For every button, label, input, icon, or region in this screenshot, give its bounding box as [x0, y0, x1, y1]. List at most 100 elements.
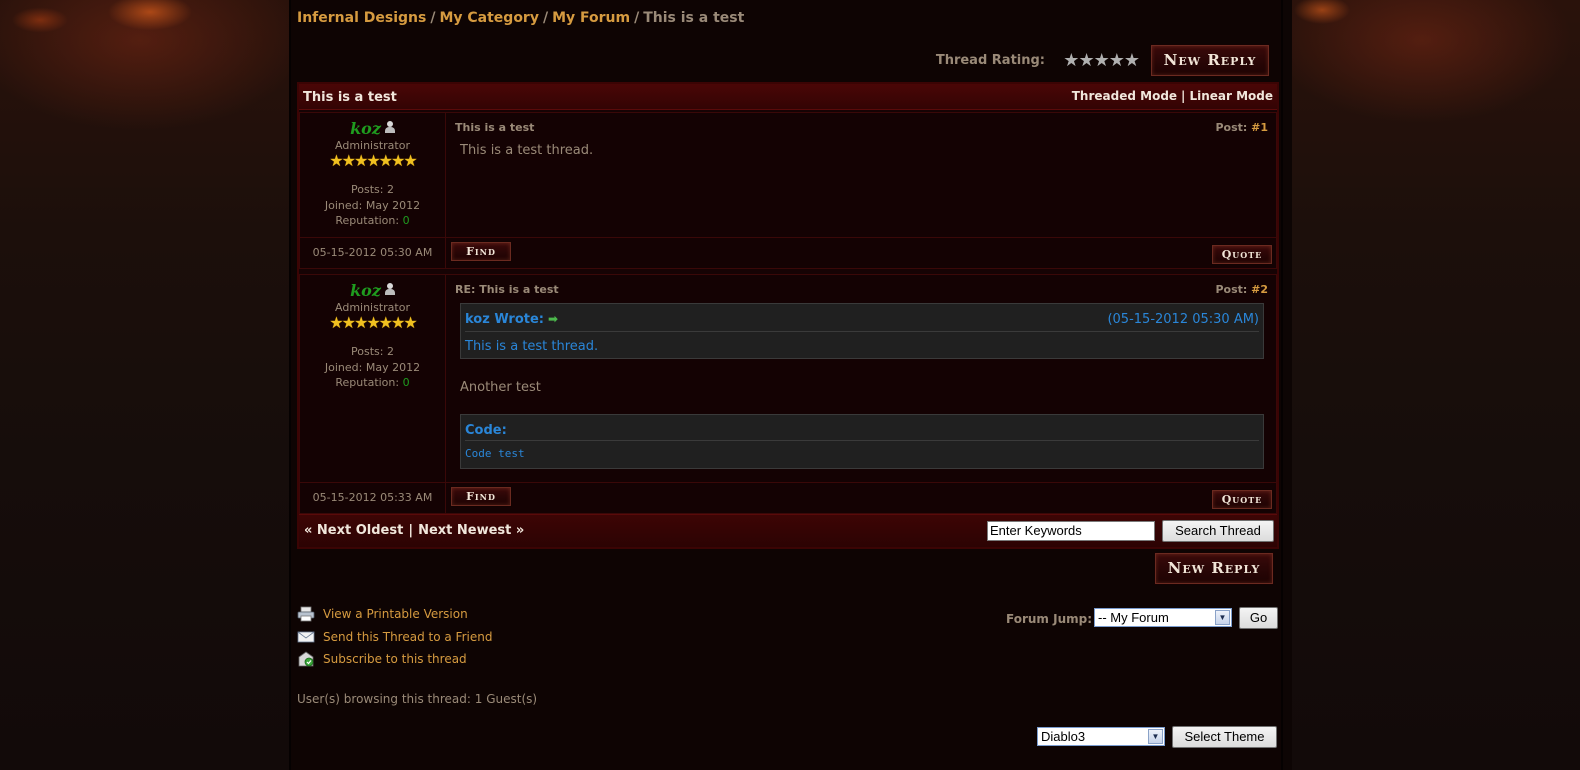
breadcrumb-separator: / — [542, 10, 549, 26]
author-posts: Posts: 2 — [300, 182, 445, 198]
code-text: Code test — [465, 447, 525, 460]
post-number-label: Post: — [1215, 283, 1248, 296]
forum-jump-go-button[interactable]: Go — [1239, 607, 1278, 629]
post-subject: This is a test — [455, 121, 535, 134]
offline-user-icon — [384, 121, 395, 133]
quote-button[interactable]: Quote — [1211, 489, 1273, 510]
author-stats: Posts: 2 Joined: May 2012 Reputation: 0 — [300, 344, 445, 391]
code-block: Code: Code test — [460, 414, 1264, 469]
thread-modes: Threaded Mode | Linear Mode — [1072, 89, 1273, 103]
author-reputation-label: Reputation: — [335, 214, 400, 227]
author-reputation: Reputation: 0 — [300, 213, 445, 229]
author-reputation-label: Reputation: — [335, 376, 400, 389]
author-name: koz — [300, 119, 445, 138]
author-reputation-value[interactable]: 0 — [403, 214, 410, 227]
printable-version-link[interactable]: View a Printable Version — [323, 607, 468, 621]
post-date: 05-15-2012 05:33 AM — [300, 483, 446, 513]
author-posts-label: Posts: — [351, 345, 384, 358]
quote-header: koz Wrote: ➡ (05-15-2012 05:30 AM) — [465, 312, 1259, 332]
post-author-info: koz Administrator ★★★★★★★ Posts: 2 Joine… — [300, 275, 446, 482]
quote-button[interactable]: Quote — [1211, 244, 1273, 265]
post-content: This is a test Post: #1 This is a test t… — [447, 113, 1276, 237]
find-button[interactable]: Find — [450, 241, 512, 262]
author-stats: Posts: 2 Joined: May 2012 Reputation: 0 — [300, 182, 445, 229]
post-permalink[interactable]: #2 — [1251, 283, 1268, 296]
forum-jump-label: Forum Jump: — [1006, 612, 1092, 626]
author-posts-value: 2 — [386, 345, 394, 358]
post-footer: 05-15-2012 05:33 AM Find Quote — [300, 482, 1276, 513]
thread-footer: « Next Oldest | Next Newest » Enter Keywor… — [299, 514, 1277, 547]
new-reply-button-bottom[interactable]: New Reply — [1154, 552, 1274, 585]
post-permalink[interactable]: #1 — [1251, 121, 1268, 134]
author-name-link[interactable]: koz — [350, 281, 381, 300]
rating-star-icon[interactable]: ★ — [1124, 50, 1140, 71]
quote-author-link[interactable]: koz Wrote: — [465, 312, 544, 327]
author-joined: Joined: May 2012 — [300, 198, 445, 214]
thread-rating-stars[interactable]: ★★★★★ — [1063, 50, 1140, 71]
next-newest-link[interactable]: Next Newest » — [418, 523, 524, 538]
rating-star-icon[interactable]: ★ — [1078, 50, 1094, 71]
subscribe-thread-link[interactable]: Subscribe to this thread — [323, 652, 467, 666]
author-posts-label: Posts: — [351, 183, 384, 196]
post-author-info: koz Administrator ★★★★★★★ Posts: 2 Joine… — [300, 113, 446, 237]
rating-star-icon[interactable]: ★ — [1094, 50, 1110, 71]
code-header: Code: — [465, 423, 1259, 441]
envelope-icon — [297, 631, 315, 642]
subscribe-icon — [298, 651, 314, 667]
breadcrumb-separator: / — [634, 10, 640, 26]
users-browsing: User(s) browsing this thread: 1 Guest(s) — [297, 692, 538, 706]
mode-separator: | — [1181, 89, 1186, 103]
post-number: Post: #1 — [1215, 121, 1268, 134]
post-2: koz Administrator ★★★★★★★ Posts: 2 Joine… — [299, 274, 1277, 514]
post-body: This is a test thread. — [460, 143, 594, 158]
post-subject: RE: This is a test — [455, 283, 559, 296]
offline-user-icon — [384, 283, 395, 295]
forum-jump-select[interactable]: -- My Forum ▼ — [1094, 608, 1232, 627]
author-reputation: Reputation: 0 — [300, 375, 445, 391]
breadcrumb-link-forum[interactable]: My Forum — [552, 10, 630, 26]
threaded-mode-link[interactable]: Threaded Mode — [1072, 89, 1177, 103]
post-number-label: Post: — [1215, 121, 1248, 134]
quote-date: (05-15-2012 05:30 AM) — [1107, 312, 1259, 327]
printer-icon — [297, 606, 315, 622]
linear-mode-link[interactable]: Linear Mode — [1189, 89, 1273, 103]
breadcrumb-link-home[interactable]: Infernal Designs — [297, 10, 426, 26]
thread-rating-row: Thread Rating: ★★★★★ New Reply — [297, 44, 1279, 77]
send-to-friend-link[interactable]: Send this Thread to a Friend — [323, 630, 492, 644]
chevron-down-icon[interactable]: ▼ — [1148, 729, 1163, 744]
author-posts: Posts: 2 — [300, 344, 445, 360]
breadcrumb: Infernal Designs / My Category / My Forum / Th… — [297, 10, 1279, 26]
breadcrumb-separator: / — [430, 10, 436, 26]
post-content: RE: This is a test Post: #2 koz Wrote: ➡ … — [447, 275, 1276, 482]
nav-separator: | — [408, 523, 414, 538]
rating-star-icon[interactable]: ★ — [1063, 50, 1079, 71]
find-button[interactable]: Find — [450, 486, 512, 507]
forum-jump-selected: -- My Forum — [1098, 610, 1169, 625]
thread-nav: « Next Oldest | Next Newest » — [304, 523, 524, 538]
chevron-down-icon[interactable]: ▼ — [1215, 610, 1230, 625]
page-container: Infernal Designs / My Category / My Forum / Th… — [289, 0, 1283, 770]
author-posts-value: 2 — [386, 183, 394, 196]
breadcrumb-link-category[interactable]: My Category — [439, 10, 539, 26]
breadcrumb-current: This is a test — [643, 10, 745, 26]
thread-box: This is a test Threaded Mode | Linear Mode… — [297, 82, 1279, 549]
search-thread-input[interactable]: Enter Keywords — [987, 521, 1155, 541]
next-oldest-link[interactable]: « Next Oldest — [304, 523, 403, 538]
tool-send-friend[interactable]: Send this Thread to a Friend — [297, 629, 1279, 652]
search-thread-button[interactable]: Search Thread — [1162, 520, 1274, 542]
post-body: Another test — [460, 380, 541, 395]
new-reply-button-top[interactable]: New Reply — [1150, 44, 1270, 77]
tool-subscribe[interactable]: Subscribe to this thread — [297, 651, 1279, 674]
quote-arrow-icon[interactable]: ➡ — [548, 312, 558, 326]
author-name: koz — [300, 281, 445, 300]
select-theme-button[interactable]: Select Theme — [1172, 726, 1277, 748]
author-reputation-value[interactable]: 0 — [403, 376, 410, 389]
author-rank-stars: ★★★★★★★ — [329, 313, 417, 332]
author-name-link[interactable]: koz — [350, 119, 381, 138]
theme-select[interactable]: Diablo3 ▼ — [1037, 727, 1165, 746]
rating-star-icon[interactable]: ★ — [1109, 50, 1125, 71]
post-1: koz Administrator ★★★★★★★ Posts: 2 Joine… — [299, 112, 1277, 269]
quote-block: koz Wrote: ➡ (05-15-2012 05:30 AM) This i… — [460, 303, 1264, 359]
author-rank-stars: ★★★★★★★ — [329, 151, 417, 170]
theme-selected: Diablo3 — [1041, 729, 1086, 744]
